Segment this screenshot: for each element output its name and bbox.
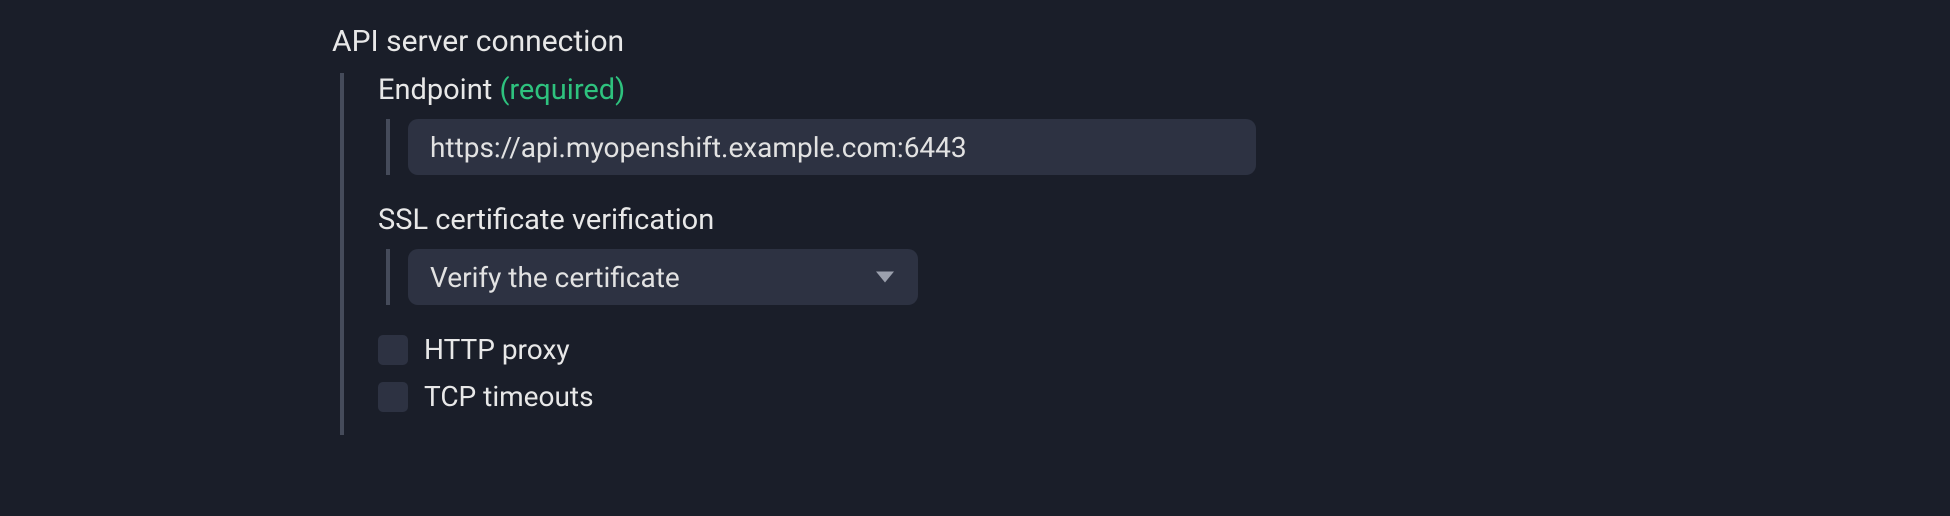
endpoint-input[interactable] <box>408 119 1256 175</box>
ssl-select[interactable]: Verify the certificate <box>408 249 918 305</box>
http-proxy-label[interactable]: HTTP proxy <box>424 333 570 366</box>
endpoint-field: Endpoint (required) <box>378 73 1950 175</box>
http-proxy-checkbox[interactable] <box>378 335 408 365</box>
section-title: API server connection <box>332 24 1950 59</box>
endpoint-control <box>386 119 1950 175</box>
tcp-timeouts-row: TCP timeouts <box>378 380 1950 413</box>
http-proxy-row: HTTP proxy <box>378 333 1950 366</box>
ssl-label-row: SSL certificate verification <box>378 203 1950 237</box>
endpoint-label: Endpoint <box>378 73 492 107</box>
api-server-connection-section: API server connection Endpoint (required… <box>0 0 1950 435</box>
ssl-verification-field: SSL certificate verification Verify the … <box>378 203 1950 305</box>
ssl-label: SSL certificate verification <box>378 203 714 237</box>
tcp-timeouts-checkbox[interactable] <box>378 382 408 412</box>
required-tag: (required) <box>499 73 625 107</box>
ssl-control: Verify the certificate <box>386 249 1950 305</box>
section-body: Endpoint (required) SSL certificate veri… <box>340 73 1950 435</box>
endpoint-label-row: Endpoint (required) <box>378 73 1950 107</box>
ssl-select-wrap: Verify the certificate <box>408 249 918 305</box>
ssl-select-value: Verify the certificate <box>430 261 680 294</box>
tcp-timeouts-label[interactable]: TCP timeouts <box>424 380 594 413</box>
